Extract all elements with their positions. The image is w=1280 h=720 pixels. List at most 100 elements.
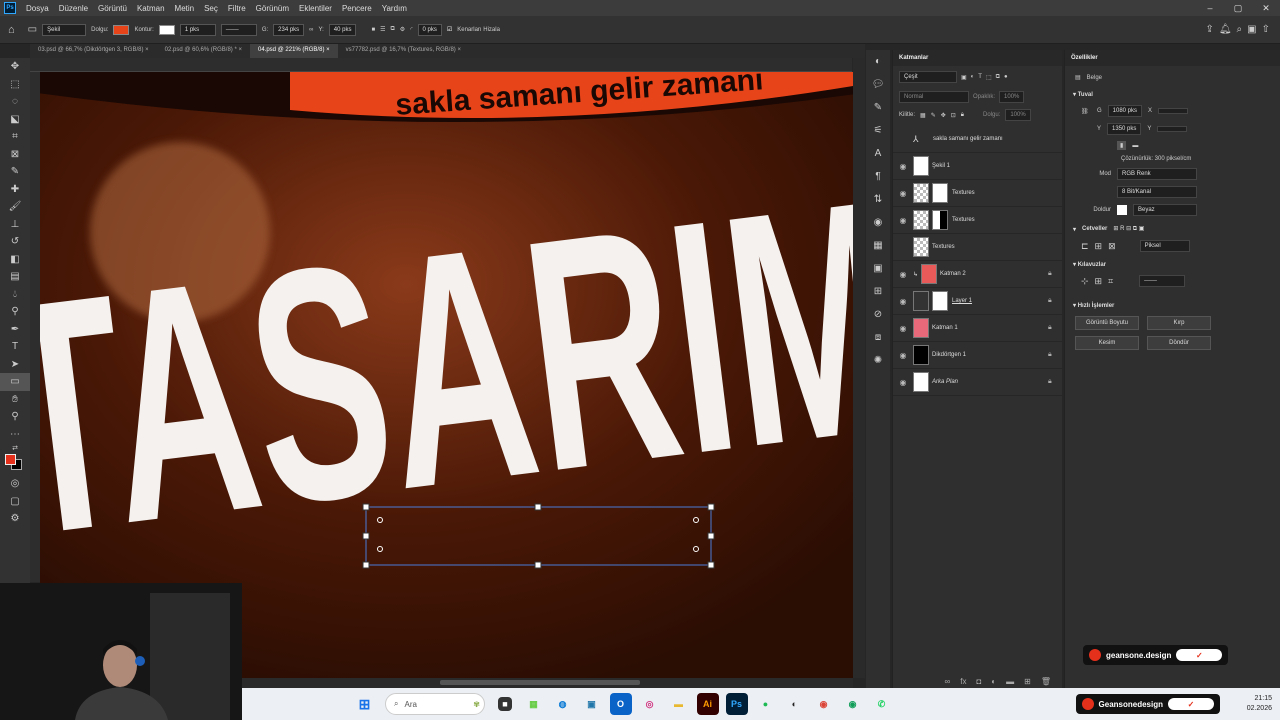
bell-icon[interactable]: 🔔︎ [1219, 24, 1232, 35]
quick-mask-icon[interactable]: ◎ [0, 475, 30, 493]
layer-row[interactable]: Textures [893, 234, 1062, 261]
dodge-tool-icon[interactable]: ⚲ [0, 303, 30, 321]
lock-all-icon[interactable]: 🔒︎ [961, 112, 964, 119]
menu-type[interactable]: Metin [170, 4, 200, 13]
color-swatches[interactable] [0, 453, 30, 475]
filter-pixel-icon[interactable]: ▣ [961, 74, 967, 81]
ruler-unit-select[interactable]: Piksel [1139, 240, 1190, 252]
layer-row[interactable]: ◉ Textures [893, 180, 1062, 207]
crop-tool-icon[interactable]: ⌗ [0, 128, 30, 146]
glyphs-icon[interactable]: ⇅ [866, 188, 890, 211]
illustrator-icon[interactable]: Ai [696, 693, 719, 715]
menu-plugins[interactable]: Eklentiler [294, 4, 337, 13]
close-icon[interactable]: × [238, 47, 242, 53]
chrome-profile-icon[interactable]: ◉ [842, 693, 864, 715]
task-view-icon[interactable]: ■ [498, 697, 512, 711]
guide-style-select[interactable]: ─── [1139, 275, 1186, 287]
home-icon[interactable]: ⌂ [8, 24, 15, 36]
share-doc-icon[interactable]: ⇧ [1262, 24, 1270, 35]
radius-input[interactable]: 0 pks [417, 23, 442, 36]
menu-file[interactable]: Dosya [21, 4, 54, 13]
canvas-height-input[interactable]: 1350 pks [1107, 123, 1142, 135]
clock[interactable]: 21:15 02.2026 [1220, 694, 1280, 714]
shape-mode-select[interactable]: Şekil [42, 23, 87, 36]
pixel-grid-icon[interactable]: ⊠ [1108, 241, 1116, 252]
gradient-tool-icon[interactable]: ▤ [0, 268, 30, 286]
menu-select[interactable]: Seç [199, 4, 223, 13]
rulers-section-header[interactable]: ▾ Cetveller ⊞ R ⊟ ⧉ ▣ [1065, 219, 1280, 237]
layer-filter-select[interactable]: Çeşit [899, 71, 957, 83]
screen-mode-icon[interactable]: ▢ [0, 493, 30, 511]
eraser-tool-icon[interactable]: ◧ [0, 251, 30, 269]
menu-view[interactable]: Görünüm [251, 4, 294, 13]
align-edges-checkbox[interactable]: ☑ [447, 26, 452, 33]
bit-depth-select[interactable]: 8 Bit/Kanal [1117, 186, 1197, 198]
close-icon[interactable]: × [145, 47, 149, 53]
trim-button[interactable]: Kesim [1075, 336, 1139, 350]
image-size-button[interactable]: Görüntü Boyutu [1075, 316, 1139, 330]
rectangle-tool-icon[interactable]: ▭ [0, 373, 30, 391]
share-icon[interactable]: ⇪ [1205, 24, 1213, 35]
lock-artboard-icon[interactable]: ⊡ [951, 112, 956, 119]
eye-icon[interactable]: ◉ [893, 378, 913, 387]
marquee-tool-icon[interactable]: ⬚ [0, 76, 30, 94]
blur-tool-icon[interactable]: 💧︎ [0, 286, 30, 304]
scroll-thumb[interactable] [440, 680, 640, 685]
eye-icon[interactable]: ◉ [893, 351, 913, 360]
resize-handle[interactable] [707, 561, 715, 569]
healing-tool-icon[interactable]: ✚ [0, 181, 30, 199]
paragraph-panel-icon[interactable]: ¶ [866, 165, 890, 188]
resize-handle[interactable] [707, 503, 715, 511]
color-panel-icon[interactable]: ◐ [866, 50, 890, 73]
steam-icon[interactable]: ◐ [784, 693, 806, 715]
portrait-icon[interactable]: ▮ [1117, 141, 1127, 150]
stroke-width-input[interactable]: 1 pks [179, 23, 216, 36]
spotify-icon[interactable]: ● [755, 693, 777, 715]
styles-icon[interactable]: ⊘ [866, 303, 890, 326]
eyedropper-tool-icon[interactable]: ✎ [0, 163, 30, 181]
quick-actions-section-header[interactable]: ▾ Hızlı İşlemler [1065, 296, 1280, 313]
foreground-color-swatch[interactable] [5, 454, 16, 465]
store-icon[interactable]: ▣ [581, 693, 603, 715]
landscape-icon[interactable]: ▬ [1132, 143, 1138, 149]
edge-icon[interactable]: ◍ [552, 693, 574, 715]
hand-tool-icon[interactable]: ✋︎ [0, 391, 30, 409]
swatches-icon[interactable]: ▦ [866, 234, 890, 257]
chrome-icon[interactable]: ◉ [813, 693, 835, 715]
libraries-icon[interactable]: ⧈ [866, 326, 890, 349]
resize-handle[interactable] [362, 503, 370, 511]
group-folder-icon[interactable]: ▬ [1006, 677, 1014, 686]
layer-mask-thumbnail[interactable] [932, 291, 948, 311]
lasso-tool-icon[interactable]: ◌ [0, 93, 30, 111]
canvas-section-header[interactable]: ▾ Tuval [1065, 85, 1280, 102]
menu-layer[interactable]: Katman [132, 4, 170, 13]
frame-tool-icon[interactable]: ⊠ [0, 146, 30, 164]
lock-position-icon[interactable]: ✥ [941, 112, 946, 119]
tab-doc-04[interactable]: 04.psd @ 221% (RGB/8) × [249, 44, 338, 58]
resize-handle[interactable] [362, 532, 370, 540]
filter-shape-icon[interactable]: ⬚ [986, 74, 992, 81]
lock-transparent-icon[interactable]: ▦ [920, 112, 926, 119]
guide-grid-icon[interactable]: ⊞ [1095, 276, 1103, 287]
gear-icon[interactable]: ⚙ [400, 26, 405, 33]
filter-smart-icon[interactable]: ⧉ [996, 74, 1000, 81]
resize-handle[interactable] [534, 503, 542, 511]
layer-row[interactable]: ◉ ↳ Katman 2 🔒︎ [893, 261, 1062, 288]
move-tool-icon[interactable]: ✥ [0, 58, 30, 76]
eye-icon[interactable]: ◉ [893, 216, 913, 225]
stamp-tool-icon[interactable]: ⊥ [0, 216, 30, 234]
link-icon[interactable]: ∞ [309, 27, 313, 33]
fill-color-swatch[interactable] [1117, 205, 1127, 215]
width-input[interactable]: 234 pks [273, 23, 305, 36]
vertical-scrollbar[interactable] [853, 58, 865, 678]
layer-row[interactable]: ◉ Layer 1 🔒︎ [893, 288, 1062, 315]
layer-mask-thumbnail[interactable] [932, 210, 948, 230]
channels-icon[interactable]: ◉ [866, 211, 890, 234]
gradients-icon[interactable]: ▣ [866, 257, 890, 280]
canvas-y-input[interactable] [1157, 126, 1188, 132]
patterns-icon[interactable]: ⊞ [866, 280, 890, 303]
eye-icon[interactable]: ◉ [893, 297, 913, 306]
search-icon[interactable]: ⌕ [1237, 24, 1243, 35]
layer-mask-thumbnail[interactable] [932, 183, 948, 203]
character-panel-icon[interactable]: A [866, 142, 890, 165]
